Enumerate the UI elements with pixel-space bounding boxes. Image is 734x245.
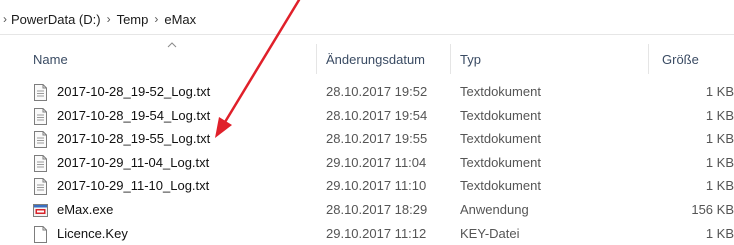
- column-divider[interactable]: [316, 44, 317, 74]
- column-divider[interactable]: [450, 44, 451, 74]
- file-row[interactable]: 2017-10-28_19-54_Log.txt 28.10.2017 19:5…: [0, 104, 734, 128]
- blank-file-icon: [34, 225, 47, 243]
- breadcrumb-item-emax[interactable]: eMax: [164, 12, 196, 27]
- file-size: 1 KB: [705, 131, 734, 147]
- breadcrumb-divider: [0, 34, 734, 35]
- breadcrumb: › PowerData (D:) › Temp › eMax: [0, 9, 734, 29]
- file-name: 2017-10-28_19-54_Log.txt: [57, 107, 211, 123]
- file-date: 28.10.2017 19:55: [326, 131, 428, 147]
- file-list: 2017-10-28_19-52_Log.txt 28.10.2017 19:5…: [0, 80, 734, 245]
- breadcrumb-item-powerdata[interactable]: PowerData (D:): [11, 12, 101, 27]
- file-name: 2017-10-29_11-10_Log.txt: [57, 178, 210, 194]
- file-date: 29.10.2017 11:04: [326, 154, 427, 170]
- file-name: 2017-10-28_19-52_Log.txt: [57, 84, 211, 99]
- text-file-icon: [34, 131, 47, 149]
- file-row[interactable]: 2017-10-29_11-04_Log.txt 29.10.2017 11:0…: [0, 151, 734, 175]
- file-date: 28.10.2017 19:54: [326, 107, 428, 123]
- text-file-icon: [34, 154, 47, 172]
- application-icon: [33, 203, 48, 217]
- file-date: 29.10.2017 11:12: [326, 225, 427, 241]
- column-header-size[interactable]: Größe: [662, 50, 699, 70]
- file-date: 29.10.2017 11:10: [326, 178, 427, 194]
- column-header-name[interactable]: Name: [33, 50, 68, 70]
- file-type: Textdokument: [460, 84, 541, 99]
- file-row[interactable]: 2017-10-28_19-55_Log.txt 28.10.2017 19:5…: [0, 127, 734, 151]
- file-size: 1 KB: [705, 84, 734, 99]
- chevron-right-icon[interactable]: ›: [107, 12, 111, 26]
- file-size: 156 KB: [691, 201, 734, 217]
- text-file-icon: [34, 178, 47, 196]
- file-date: 28.10.2017 18:29: [326, 201, 428, 217]
- file-explorer-window: › PowerData (D:) › Temp › eMax Name Ände…: [0, 0, 734, 245]
- file-name: 2017-10-29_11-04_Log.txt: [57, 154, 210, 170]
- breadcrumb-item-temp[interactable]: Temp: [117, 12, 149, 27]
- file-name: Licence.Key: [57, 225, 128, 241]
- file-row[interactable]: 2017-10-29_11-10_Log.txt 29.10.2017 11:1…: [0, 174, 734, 198]
- file-type: Textdokument: [460, 131, 541, 147]
- file-type: KEY-Datei: [460, 225, 520, 241]
- text-file-icon: [34, 84, 47, 101]
- file-type: Textdokument: [460, 154, 541, 170]
- file-row[interactable]: 2017-10-28_19-52_Log.txt 28.10.2017 19:5…: [0, 80, 734, 104]
- file-type: Textdokument: [460, 107, 541, 123]
- file-size: 1 KB: [705, 225, 734, 241]
- file-name: eMax.exe: [57, 201, 114, 217]
- file-size: 1 KB: [705, 154, 734, 170]
- file-row[interactable]: eMax.exe 28.10.2017 18:29 Anwendung 156 …: [0, 198, 734, 222]
- file-name: 2017-10-28_19-55_Log.txt: [57, 131, 211, 147]
- file-size: 1 KB: [705, 107, 734, 123]
- chevron-right-icon[interactable]: ›: [154, 12, 158, 26]
- column-header-type[interactable]: Typ: [460, 50, 481, 70]
- text-file-icon: [34, 107, 47, 125]
- file-date: 28.10.2017 19:52: [326, 84, 428, 99]
- file-row[interactable]: Licence.Key 29.10.2017 11:12 KEY-Datei 1…: [0, 222, 734, 245]
- column-divider[interactable]: [648, 44, 649, 74]
- sort-ascending-icon: [167, 42, 177, 48]
- column-header-date[interactable]: Änderungsdatum: [326, 50, 425, 70]
- chevron-right-icon[interactable]: ›: [3, 12, 7, 26]
- column-header-row: Name Änderungsdatum Typ Größe: [0, 42, 734, 74]
- file-size: 1 KB: [705, 178, 734, 194]
- file-type: Textdokument: [460, 178, 541, 194]
- file-type: Anwendung: [460, 201, 529, 217]
